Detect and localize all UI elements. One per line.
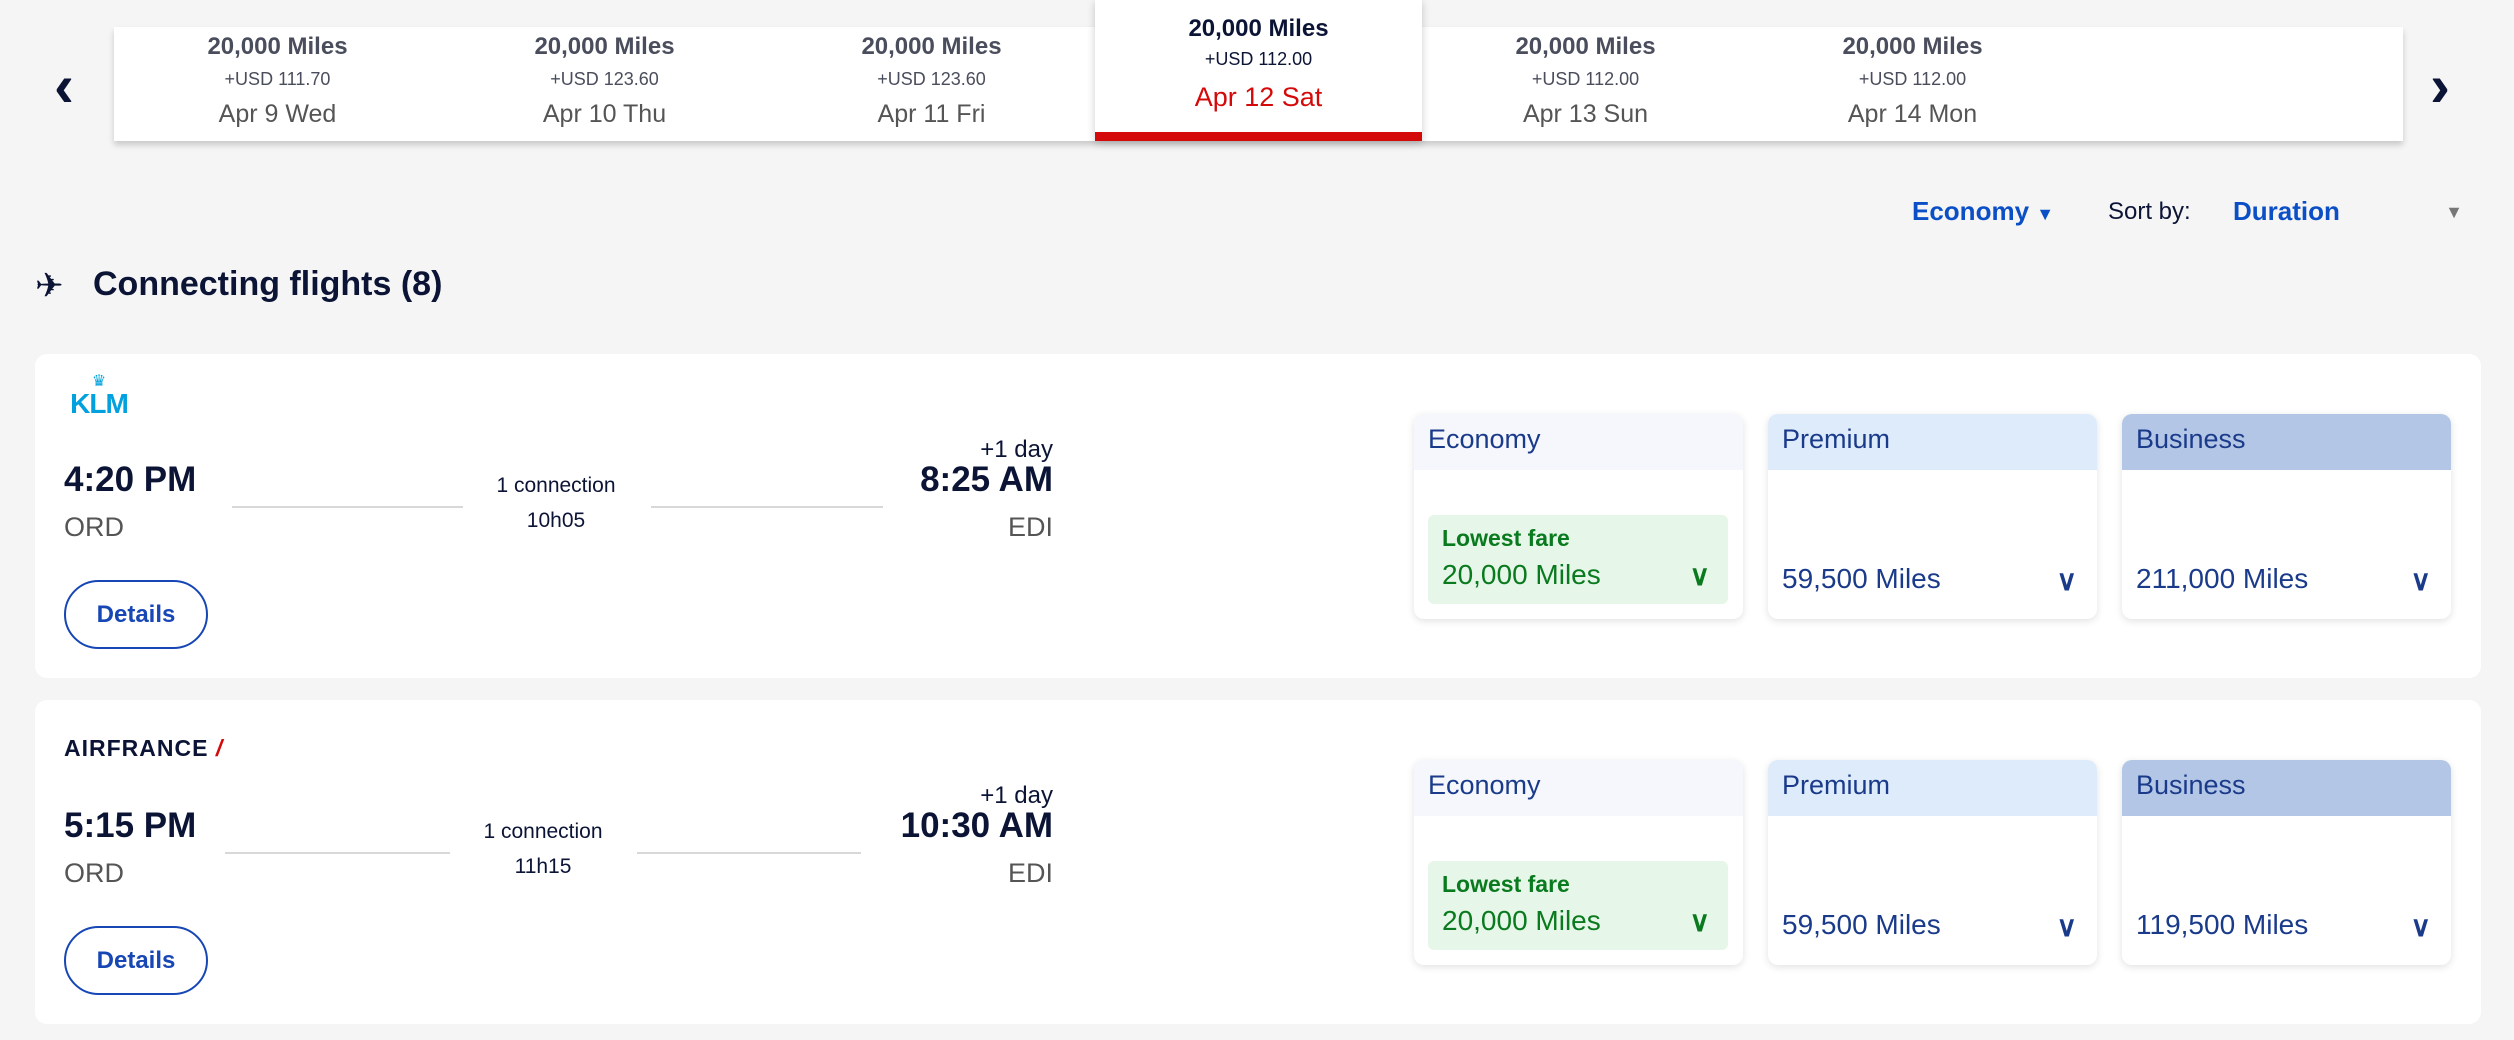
tab-date: Apr 9 Wed [218, 100, 337, 128]
tab-usd: +USD 112.00 [1204, 49, 1313, 69]
sort-dropdown[interactable]: Duration ▼ [2233, 196, 2463, 227]
fare-miles: 20,000 Miles [1442, 559, 1601, 590]
date-tab[interactable]: 20,000 Miles +USD 112.00 Apr 13 Sun [1422, 27, 1749, 141]
fare-cabin: Economy [1414, 414, 1743, 470]
lowest-fare-badge: Lowest fare [1442, 871, 1570, 897]
arrival-time: 10:30 AM [900, 806, 1053, 845]
departure-airport: ORD [64, 858, 124, 888]
fare-cabin: Business [2122, 414, 2451, 470]
chevron-down-icon: ∨ [2410, 565, 2432, 596]
tab-usd: +USD 111.70 [224, 69, 331, 89]
next-dates-button[interactable]: › [2430, 56, 2450, 116]
fare-miles: 59,500 Miles [1782, 563, 1941, 594]
fare-cabin: Premium [1768, 414, 2097, 470]
route-line [232, 506, 463, 508]
date-tab[interactable]: 20,000 Miles +USD 123.60 Apr 11 Fri [768, 27, 1095, 141]
departure-airport: ORD [64, 512, 124, 542]
chevron-down-icon: ∨ [1689, 906, 1711, 937]
fare-miles: 119,500 Miles [2136, 909, 2309, 940]
tab-miles: 20,000 Miles [1842, 33, 1983, 60]
fare-miles: 59,500 Miles [1782, 909, 1941, 940]
fare-option-economy[interactable]: Economy Lowest fare 20,000 Miles ∨ [1414, 760, 1743, 965]
fare-miles: 211,000 Miles [2136, 563, 2309, 594]
sort-label: Sort by: [2108, 198, 2191, 225]
tab-usd: +USD 123.60 [877, 69, 986, 89]
lowest-fare-box: Lowest fare 20,000 Miles ∨ [1428, 861, 1728, 950]
date-tab[interactable]: 20,000 Miles +USD 112.00 Apr 14 Mon [1749, 27, 2076, 141]
connection-count: 1 connection [496, 474, 616, 497]
cabin-value: Economy [1912, 196, 2030, 226]
fare-option-business[interactable]: Business 211,000 Miles ∨ [2122, 414, 2451, 619]
connecting-plane-icon: ✈ [35, 267, 64, 305]
flight-duration: 11h15 [514, 855, 572, 878]
tab-miles: 20,000 Miles [1515, 33, 1656, 60]
flight-duration: 10h05 [526, 509, 586, 532]
chevron-down-icon: ∨ [1689, 560, 1711, 591]
lowest-fare-box: Lowest fare 20,000 Miles ∨ [1428, 515, 1728, 604]
caret-down-icon: ▼ [2445, 202, 2463, 222]
chevron-down-icon: ∨ [2410, 911, 2432, 942]
tab-date: Apr 10 Thu [542, 100, 667, 128]
sort-value: Duration [2233, 196, 2340, 226]
route-line [651, 506, 883, 508]
fare-option-business[interactable]: Business 119,500 Miles ∨ [2122, 760, 2451, 965]
tab-miles: 20,000 Miles [534, 33, 675, 60]
arrival-airport: EDI [1007, 858, 1053, 888]
flight-card: AIRFRANCE / 5:15 PM ORD 1 connection 11h… [35, 700, 2481, 1024]
tab-miles: 20,000 Miles [861, 33, 1002, 60]
route-line [225, 852, 450, 854]
chevron-down-icon: ∨ [2056, 911, 2078, 942]
previous-dates-button[interactable]: ‹ [54, 56, 74, 116]
fare-cabin: Economy [1414, 760, 1743, 816]
fare-option-economy[interactable]: Economy Lowest fare 20,000 Miles ∨ [1414, 414, 1743, 619]
tab-miles: 20,000 Miles [1188, 15, 1329, 42]
fare-option-premium[interactable]: Premium 59,500 Miles ∨ [1768, 760, 2097, 965]
airline-logo: ♛ KLM [64, 374, 134, 418]
caret-down-icon: ▼ [2036, 204, 2055, 224]
fare-cabin: Business [2122, 760, 2451, 816]
details-button[interactable]: Details [64, 580, 208, 649]
tab-date: Apr 14 Mon [1847, 100, 1978, 128]
section-heading: Connecting flights (8) [93, 265, 443, 303]
date-tab[interactable]: 20,000 Miles +USD 111.70 Apr 9 Wed [114, 27, 441, 141]
lowest-fare-badge: Lowest fare [1442, 525, 1570, 551]
arrival-time: 8:25 AM [920, 460, 1053, 499]
tab-date: Apr 11 Fri [877, 100, 986, 128]
details-button[interactable]: Details [64, 926, 208, 995]
tab-usd: +USD 112.00 [1531, 69, 1640, 89]
tab-date: Apr 13 Sun [1522, 100, 1649, 128]
cabin-dropdown[interactable]: Economy ▼ [1912, 196, 2054, 227]
tab-usd: +USD 123.60 [550, 69, 659, 89]
date-tab[interactable]: 20,000 Miles +USD 112.00 Apr 12 Sat [1095, 0, 1422, 141]
tab-date: Apr 12 Sat [1194, 82, 1323, 112]
departure-time: 5:15 PM [64, 806, 197, 845]
flight-card: ♛ KLM 4:20 PM ORD 1 connection 10h05 +1 d… [35, 354, 2481, 678]
tab-usd: +USD 112.00 [1858, 69, 1967, 89]
date-tab[interactable]: 20,000 Miles +USD 123.60 Apr 10 Thu [441, 27, 768, 141]
airline-logo: AIRFRANCE / [64, 735, 224, 761]
fare-miles: 20,000 Miles [1442, 905, 1601, 936]
route-line [637, 852, 861, 854]
chevron-down-icon: ∨ [2056, 565, 2078, 596]
fare-option-premium[interactable]: Premium 59,500 Miles ∨ [1768, 414, 2097, 619]
departure-time: 4:20 PM [64, 460, 197, 499]
fare-cabin: Premium [1768, 760, 2097, 816]
connection-count: 1 connection [483, 820, 603, 843]
tab-miles: 20,000 Miles [207, 33, 348, 60]
arrival-airport: EDI [1007, 512, 1053, 542]
